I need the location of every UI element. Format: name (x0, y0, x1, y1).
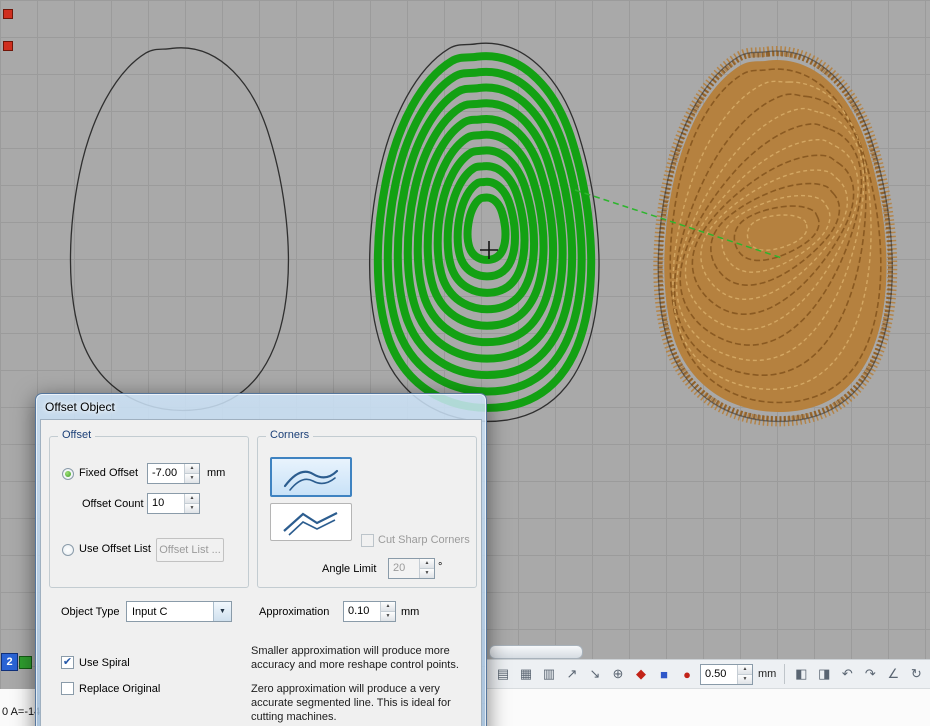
object-type-label: Object Type (61, 606, 120, 618)
dialog-title: Offset Object (45, 400, 115, 414)
dialog-body: Offset Fixed Offset -7.00 ▲▼ mm Offset C… (40, 419, 482, 726)
angle-limit-label: Angle Limit (322, 563, 376, 575)
offset-group: Offset Fixed Offset -7.00 ▲▼ mm Offset C… (49, 436, 249, 588)
use-spiral-checkbox[interactable]: ✔ (61, 656, 74, 669)
spin-down-icon[interactable]: ▼ (185, 474, 199, 483)
offset-object-dialog: Offset Object Offset Fixed Offset -7.00 … (35, 393, 487, 726)
angle-limit-unit: ° (438, 561, 442, 573)
spin-down-icon[interactable]: ▼ (738, 675, 752, 684)
spin-up-icon[interactable]: ▲ (185, 494, 199, 504)
origin-marker-icon (3, 41, 13, 51)
stitch-width-unit: mm (758, 668, 776, 680)
arrow-ne-icon[interactable]: ↗ (562, 663, 582, 685)
check-icon: ✔ (63, 657, 72, 668)
fixed-offset-spinner[interactable]: -7.00 ▲▼ (147, 463, 200, 484)
grid-icon[interactable]: ▦ (516, 663, 536, 685)
round-corner-icon (280, 462, 342, 492)
approximation-unit: mm (401, 606, 419, 618)
round-corner-button[interactable] (270, 457, 352, 497)
stitch-width-value[interactable]: 0.50 (701, 665, 737, 684)
fixed-offset-value[interactable]: -7.00 (148, 464, 184, 483)
approximation-label: Approximation (259, 606, 329, 618)
approximation-spinner[interactable]: 0.10 ▲▼ (343, 601, 396, 622)
free-rotate-icon[interactable]: ↻ (906, 663, 926, 685)
sharp-corner-icon (280, 508, 342, 536)
offset-rings (378, 56, 591, 408)
spin-up-icon[interactable]: ▲ (738, 665, 752, 675)
corners-group: Corners Cut Sharp Corners Angle Limit (257, 436, 477, 588)
sequence-badge[interactable]: 2 (1, 653, 18, 671)
angle-limit-spinner[interactable]: 20 ▲▼ (388, 558, 435, 579)
spin-up-icon[interactable]: ▲ (420, 559, 434, 569)
spinner-buttons: ▲▼ (184, 464, 199, 483)
outline-shape[interactable] (70, 48, 288, 411)
bottom-toolbar: ▤ ▦ ▥ ↗ ↘ ⊕ ◆ ■ ● 0.50 ▲▼ mm ◧ ◨ ↶ ↷ ∠ ↻ (487, 659, 930, 689)
spinner-buttons: ▲▼ (737, 665, 752, 684)
origin-marker-icon (3, 9, 13, 19)
mirror-vertical-icon[interactable]: ◨ (814, 663, 834, 685)
spin-up-icon[interactable]: ▲ (381, 602, 395, 612)
replace-original-label: Replace Original (79, 683, 160, 695)
arrow-se-icon[interactable]: ↘ (585, 663, 605, 685)
rotate-right-icon[interactable]: ↷ (860, 663, 880, 685)
spinner-buttons: ▲▼ (184, 494, 199, 513)
spin-down-icon[interactable]: ▼ (420, 569, 434, 578)
rotate-left-icon[interactable]: ↶ (837, 663, 857, 685)
angle-limit-value[interactable]: 20 (389, 559, 419, 578)
corners-group-label: Corners (266, 429, 313, 441)
help-paragraph-2: Zero approximation will produce a very a… (251, 682, 481, 724)
stitch-width-spinner[interactable]: 0.50 ▲▼ (700, 664, 753, 685)
object-type-value: Input C (127, 606, 213, 618)
toolbar-separator (784, 664, 785, 684)
cut-sharp-corners-checkbox[interactable] (361, 534, 374, 547)
dialog-titlebar[interactable]: Offset Object (40, 394, 482, 419)
cut-sharp-corners-label: Cut Sharp Corners (378, 534, 470, 546)
mirror-horizontal-icon[interactable]: ◧ (791, 663, 811, 685)
fixed-offset-unit: mm (207, 467, 225, 479)
use-offset-list-radio[interactable] (62, 544, 74, 556)
offset-count-spinner[interactable]: 10 ▲▼ (147, 493, 200, 514)
help-paragraph-1: Smaller approximation will produce more … (251, 644, 481, 672)
sequence-icon[interactable]: ▤ (493, 663, 513, 685)
use-offset-list-label: Use Offset List (79, 543, 151, 555)
offset-count-label: Offset Count (82, 498, 144, 510)
fixed-offset-label: Fixed Offset (79, 467, 138, 479)
horizontal-scrollbar[interactable] (489, 645, 583, 659)
spinner-buttons: ▲▼ (419, 559, 434, 578)
use-spiral-label: Use Spiral (79, 657, 130, 669)
sharp-corner-button[interactable] (270, 503, 352, 541)
color-chip-green[interactable] (19, 656, 32, 669)
approximation-help: Smaller approximation will produce more … (251, 644, 481, 726)
fixed-offset-radio[interactable] (62, 468, 74, 480)
offset-group-label: Offset (58, 429, 95, 441)
spin-down-icon[interactable]: ▼ (381, 612, 395, 621)
approximation-value[interactable]: 0.10 (344, 602, 380, 621)
offset-count-value[interactable]: 10 (148, 494, 184, 513)
node-edit-icon[interactable]: ⊕ (608, 663, 628, 685)
angle-icon[interactable]: ∠ (883, 663, 903, 685)
spin-up-icon[interactable]: ▲ (185, 464, 199, 474)
red-diamond-icon[interactable]: ◆ (631, 663, 651, 685)
spinner-buttons: ▲▼ (380, 602, 395, 621)
application-window: 2 0 A=-14 ▤ ▦ ▥ ↗ ↘ ⊕ ◆ ■ ● 0.50 ▲▼ mm ◧… (0, 0, 930, 726)
status-strip-right (487, 689, 930, 726)
object-type-dropdown[interactable]: Input C ▼ (126, 601, 232, 622)
stitched-shape[interactable] (649, 51, 900, 421)
offset-list-button[interactable]: Offset List ... (156, 538, 224, 562)
red-dot-icon[interactable]: ● (677, 663, 697, 685)
replace-original-checkbox[interactable] (61, 682, 74, 695)
chevron-down-icon[interactable]: ▼ (213, 602, 231, 621)
outline-view-icon[interactable]: ▥ (539, 663, 559, 685)
spin-down-icon[interactable]: ▼ (185, 504, 199, 513)
blue-square-icon[interactable]: ■ (654, 663, 674, 685)
offset-preview-shape[interactable] (370, 43, 599, 421)
